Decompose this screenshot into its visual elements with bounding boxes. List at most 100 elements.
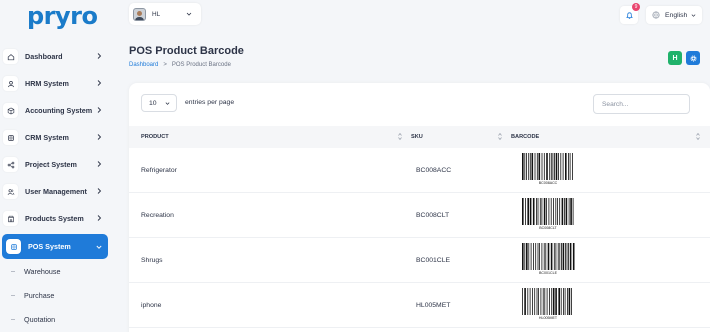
sidebar-item-label: HRM System xyxy=(25,79,69,88)
sidebar-item-dashboard[interactable]: Dashboard xyxy=(0,43,118,70)
sidebar-item-pos-system[interactable]: POS System xyxy=(2,234,108,259)
search-input[interactable] xyxy=(593,94,690,114)
user-menu-button[interactable]: HL xyxy=(129,3,201,25)
sidebar: pryro Dashboard HRM System Accounting Sy… xyxy=(0,0,118,332)
column-header-barcode[interactable]: BARCODE xyxy=(511,134,539,140)
sidebar-item-project-system[interactable]: Project System xyxy=(0,151,118,178)
product-cell: iphone xyxy=(141,302,162,309)
entries-per-page-label: entries per page xyxy=(185,99,235,106)
sidebar-subitem-label: Quotation xyxy=(24,314,56,324)
sidebar-item-label: User Management xyxy=(25,187,87,196)
table-row: Shrugs BC001CLE BC001CLE xyxy=(129,238,710,283)
sku-cell: BC008ACC xyxy=(416,167,452,174)
globe-icon xyxy=(652,11,660,19)
bell-icon xyxy=(625,11,633,19)
barcode-bars xyxy=(522,198,574,225)
home-icon xyxy=(3,49,18,64)
chevron-right-icon xyxy=(97,53,102,59)
language-label: English xyxy=(665,11,688,19)
barcode-text: HL005MET xyxy=(538,316,558,320)
table-row: Refrigerator BC008ACC BC008ACC xyxy=(129,148,710,193)
users-icon xyxy=(3,184,18,199)
chevron-right-icon xyxy=(97,134,102,140)
gear-icon xyxy=(689,54,697,62)
bullet-dash xyxy=(11,318,15,320)
sidebar-item-label: POS System xyxy=(28,242,71,251)
breadcrumb-separator: > xyxy=(163,62,167,68)
sidebar-item-label: Project System xyxy=(25,160,77,169)
sidebar-subitem-warehouse[interactable]: Warehouse xyxy=(0,259,118,283)
box-icon xyxy=(3,103,18,118)
avatar xyxy=(133,7,146,21)
table-row: iphone HL005MET HL005MET xyxy=(129,283,710,328)
user-icon xyxy=(3,76,18,91)
sku-cell: BC001CLE xyxy=(416,257,451,264)
sku-cell: HL005MET xyxy=(416,302,451,309)
chevron-right-icon xyxy=(97,107,102,113)
barcode-image: HL005MET xyxy=(521,288,575,322)
bullet-dash xyxy=(11,270,15,272)
chevron-down-icon xyxy=(96,245,102,249)
product-cell: Recreation xyxy=(141,212,174,219)
sidebar-subitem-purchase[interactable]: Purchase xyxy=(0,283,118,307)
chevron-right-icon xyxy=(97,80,102,86)
user-name: HL xyxy=(152,10,161,18)
sidebar-item-label: Products System xyxy=(25,214,84,223)
breadcrumb-home-link[interactable]: Dashboard xyxy=(129,62,158,68)
chevron-down-icon xyxy=(186,12,192,16)
sidebar-item-label: Accounting System xyxy=(25,106,93,115)
sidebar-item-products-system[interactable]: Products System xyxy=(0,205,118,232)
barcode-image: BC008ACC xyxy=(521,153,575,187)
product-cell: Shrugs xyxy=(141,257,163,264)
chevron-right-icon xyxy=(97,188,102,194)
sidebar-subitem-label: Warehouse xyxy=(24,266,61,276)
sort-icon[interactable] xyxy=(696,132,700,141)
barcode-image: BC001CLE xyxy=(521,243,575,277)
notifications-button[interactable]: 9 xyxy=(620,3,640,24)
sidebar-item-label: CRM System xyxy=(25,133,69,142)
chevron-right-icon xyxy=(97,215,102,221)
sidebar-subitem-quotation[interactable]: Quotation xyxy=(0,307,118,331)
sku-cell: BC008CLT xyxy=(416,212,450,219)
barcode-text: BC001CLE xyxy=(539,271,557,275)
barcode-table-card: 10 entries per page PRODUCT SKU BARCODE … xyxy=(129,83,710,332)
app-logo[interactable]: pryro xyxy=(27,2,98,30)
sidebar-item-accounting-system[interactable]: Accounting System xyxy=(0,97,118,124)
store-icon xyxy=(3,211,18,226)
page-title: POS Product Barcode xyxy=(129,45,244,57)
barcode-text: BC008ACC xyxy=(538,181,558,185)
sidebar-item-hrm-system[interactable]: HRM System xyxy=(0,70,118,97)
column-header-product[interactable]: PRODUCT xyxy=(141,134,169,140)
chevron-down-icon xyxy=(165,102,170,105)
barcode-bars xyxy=(522,153,573,180)
sidebar-item-label: Dashboard xyxy=(25,52,63,61)
breadcrumb: Dashboard > POS Product Barcode xyxy=(129,62,231,68)
sidebar-nav: Dashboard HRM System Accounting System C… xyxy=(0,43,118,331)
chevron-down-icon xyxy=(691,13,696,17)
sidebar-item-user-management[interactable]: User Management xyxy=(0,178,118,205)
barcode-bars xyxy=(522,243,575,270)
sidebar-subitem-label: Purchase xyxy=(24,290,55,300)
topbar: HL 9 English xyxy=(118,0,710,32)
chevron-right-icon xyxy=(97,161,102,167)
bullet-dash xyxy=(11,294,15,296)
share-icon xyxy=(3,157,18,172)
layers-icon xyxy=(3,130,18,145)
table-header: PRODUCT SKU BARCODE xyxy=(129,126,710,148)
column-header-sku[interactable]: SKU xyxy=(411,134,423,140)
barcode-image: BC008CLT xyxy=(521,198,575,232)
settings-button[interactable] xyxy=(686,51,700,65)
sidebar-item-crm-system[interactable]: CRM System xyxy=(0,124,118,151)
table-row: Recreation BC008CLT BC008CLT xyxy=(129,193,710,238)
breadcrumb-current: POS Product Barcode xyxy=(171,62,231,68)
h-action-button[interactable]: H xyxy=(668,51,682,65)
language-selector[interactable]: English xyxy=(646,6,702,24)
entries-per-page-select[interactable]: 10 xyxy=(141,94,177,112)
sort-icon[interactable] xyxy=(398,132,402,141)
barcode-text: BC008CLT xyxy=(539,226,557,230)
barcode-bars xyxy=(522,288,572,315)
layers-icon xyxy=(6,239,21,254)
product-cell: Refrigerator xyxy=(141,167,177,174)
sort-icon[interactable] xyxy=(498,132,502,141)
notification-badge: 9 xyxy=(632,3,640,11)
